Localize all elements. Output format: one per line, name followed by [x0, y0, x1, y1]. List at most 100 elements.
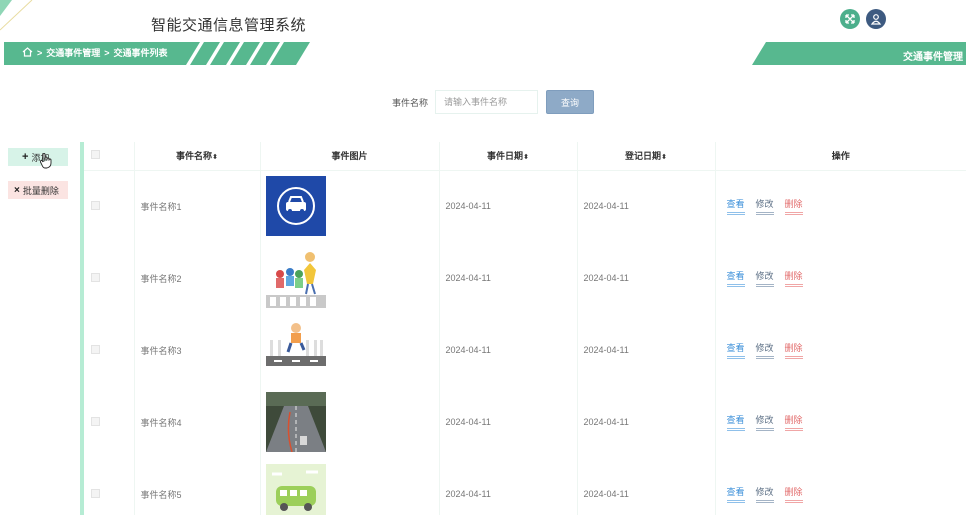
- add-button[interactable]: + 添加: [8, 148, 68, 166]
- edit-link[interactable]: 修改: [755, 197, 774, 216]
- register-date-cell: 2024-04-11: [577, 458, 716, 515]
- event-name-cell: 事件名称3: [134, 314, 261, 386]
- event-date-cell: 2024-04-11: [439, 314, 578, 386]
- table-row: 事件名称5 2024-04-11 2024-04-11 查看 修改 删除: [84, 458, 966, 515]
- row-checkbox[interactable]: [91, 344, 100, 354]
- home-icon[interactable]: [22, 46, 33, 59]
- event-name-cell: 事件名称4: [134, 386, 261, 458]
- row-checkbox[interactable]: [91, 200, 100, 210]
- operations-cell: 查看 修改 删除: [715, 242, 966, 314]
- app-title: 智能交通信息管理系统: [151, 17, 307, 34]
- event-date-cell: 2024-04-11: [439, 242, 578, 314]
- event-picture-cell: [260, 170, 440, 242]
- header-register-date-label: 登记日期: [625, 151, 662, 162]
- section-tab: 交通事件管理: [752, 42, 966, 65]
- select-all-cell: [84, 142, 135, 171]
- edit-link[interactable]: 修改: [755, 413, 774, 431]
- sort-icon[interactable]: ⬍: [661, 154, 667, 161]
- header-event-date[interactable]: 事件日期⬍: [439, 142, 578, 171]
- table-row: 事件名称3 2024-04-11 2024-04-11 查看 修改 删除: [84, 314, 966, 386]
- select-all-checkbox[interactable]: [91, 150, 100, 160]
- delete-link[interactable]: 删除: [784, 341, 803, 359]
- search-bar: 事件名称 查询: [392, 90, 595, 114]
- header-operations-label: 操作: [831, 151, 850, 162]
- table-header-row: 事件名称⬍ 事件图片 事件日期⬍ 登记日期⬍ 操作: [84, 142, 966, 171]
- batch-delete-label: 批量删除: [22, 185, 59, 196]
- row-check-cell: [84, 170, 135, 242]
- edit-link[interactable]: 修改: [755, 341, 774, 359]
- event-name-cell: 事件名称2: [134, 242, 261, 314]
- view-link[interactable]: 查看: [726, 485, 745, 503]
- delete-link[interactable]: 删除: [784, 269, 803, 287]
- header-icons: [840, 9, 886, 29]
- register-date-cell: 2024-04-11: [577, 386, 716, 458]
- view-link[interactable]: 查看: [726, 341, 745, 359]
- view-link[interactable]: 查看: [726, 269, 745, 287]
- batch-delete-button[interactable]: × 批量删除: [8, 181, 68, 199]
- row-checkbox[interactable]: [91, 488, 100, 498]
- header-event-picture: 事件图片: [260, 142, 440, 171]
- row-check-cell: [84, 242, 135, 314]
- row-checkbox[interactable]: [91, 272, 100, 282]
- sort-icon[interactable]: ⬍: [523, 154, 529, 161]
- breadcrumb-bar: > 交通事件管理 > 交通事件列表: [4, 42, 310, 65]
- close-icon: ×: [14, 184, 20, 196]
- event-date-cell: 2024-04-11: [439, 458, 578, 515]
- register-date-cell: 2024-04-11: [577, 242, 716, 314]
- operations-cell: 查看 修改 删除: [715, 386, 966, 458]
- header-event-date-label: 事件日期: [487, 151, 524, 162]
- event-name-cell: 事件名称5: [134, 458, 261, 515]
- fence-boy-image[interactable]: [265, 320, 326, 380]
- delete-link[interactable]: 删除: [784, 485, 803, 503]
- view-link[interactable]: 查看: [726, 197, 745, 216]
- event-date-cell: 2024-04-11: [439, 170, 578, 242]
- row-check-cell: [84, 314, 135, 386]
- operations-cell: 查看 修改 删除: [715, 170, 966, 242]
- header-register-date[interactable]: 登记日期⬍: [577, 142, 716, 171]
- row-check-cell: [84, 458, 135, 515]
- edit-link[interactable]: 修改: [755, 269, 774, 287]
- event-date-cell: 2024-04-11: [439, 386, 578, 458]
- user-icon[interactable]: [866, 9, 886, 29]
- fullscreen-icon[interactable]: [840, 9, 860, 29]
- breadcrumb-separator: >: [104, 47, 110, 58]
- section-tab-label: 交通事件管理: [903, 52, 963, 63]
- breadcrumb-item-event-list: 交通事件列表: [113, 48, 168, 58]
- header-event-name[interactable]: 事件名称⬍: [134, 142, 261, 171]
- plus-icon: +: [22, 151, 29, 163]
- header-event-picture-label: 事件图片: [331, 151, 368, 162]
- event-picture-cell: [260, 458, 440, 515]
- table-row: 事件名称1 2024-04-11 2024-04-11 查看 修改 删除: [84, 170, 966, 242]
- search-button[interactable]: 查询: [546, 90, 595, 114]
- delete-link[interactable]: 删除: [784, 413, 803, 431]
- table-row: 事件名称4 2024-04-11 2024-04-11 查看 修改 删除: [84, 386, 966, 458]
- event-picture-cell: [260, 386, 440, 458]
- register-date-cell: 2024-04-11: [577, 314, 716, 386]
- event-picture-cell: [260, 314, 440, 386]
- operations-cell: 查看 修改 删除: [715, 458, 966, 515]
- header-event-name-label: 事件名称: [176, 151, 213, 162]
- header-operations: 操作: [715, 142, 966, 171]
- corner-decoration: [0, 0, 33, 31]
- highway-photo-image[interactable]: [265, 392, 326, 452]
- event-name-cell: 事件名称1: [134, 170, 261, 242]
- table-row: 事件名称2 2024-04-11 2024-04-11 查看 修改 删除: [84, 242, 966, 314]
- delete-link[interactable]: 删除: [784, 197, 803, 216]
- sort-icon[interactable]: ⬍: [212, 154, 218, 161]
- event-picture-cell: [260, 242, 440, 314]
- bus-cartoon-image[interactable]: [265, 464, 326, 515]
- breadcrumb-separator: >: [37, 47, 43, 58]
- car-sign-image[interactable]: [265, 176, 326, 237]
- row-check-cell: [84, 386, 135, 458]
- search-label: 事件名称: [392, 97, 429, 108]
- edit-link[interactable]: 修改: [755, 485, 774, 503]
- breadcrumb: > 交通事件管理 > 交通事件列表: [22, 46, 168, 59]
- register-date-cell: 2024-04-11: [577, 170, 716, 242]
- event-table: 事件名称⬍ 事件图片 事件日期⬍ 登记日期⬍ 操作 事件名称1 2024-04-…: [80, 142, 966, 515]
- breadcrumb-item-event-management[interactable]: 交通事件管理: [46, 46, 100, 59]
- crosswalk-children-image[interactable]: [265, 248, 326, 308]
- row-checkbox[interactable]: [91, 416, 100, 426]
- hand-cursor-icon: [40, 153, 52, 169]
- search-input[interactable]: [435, 90, 539, 114]
- view-link[interactable]: 查看: [726, 413, 745, 431]
